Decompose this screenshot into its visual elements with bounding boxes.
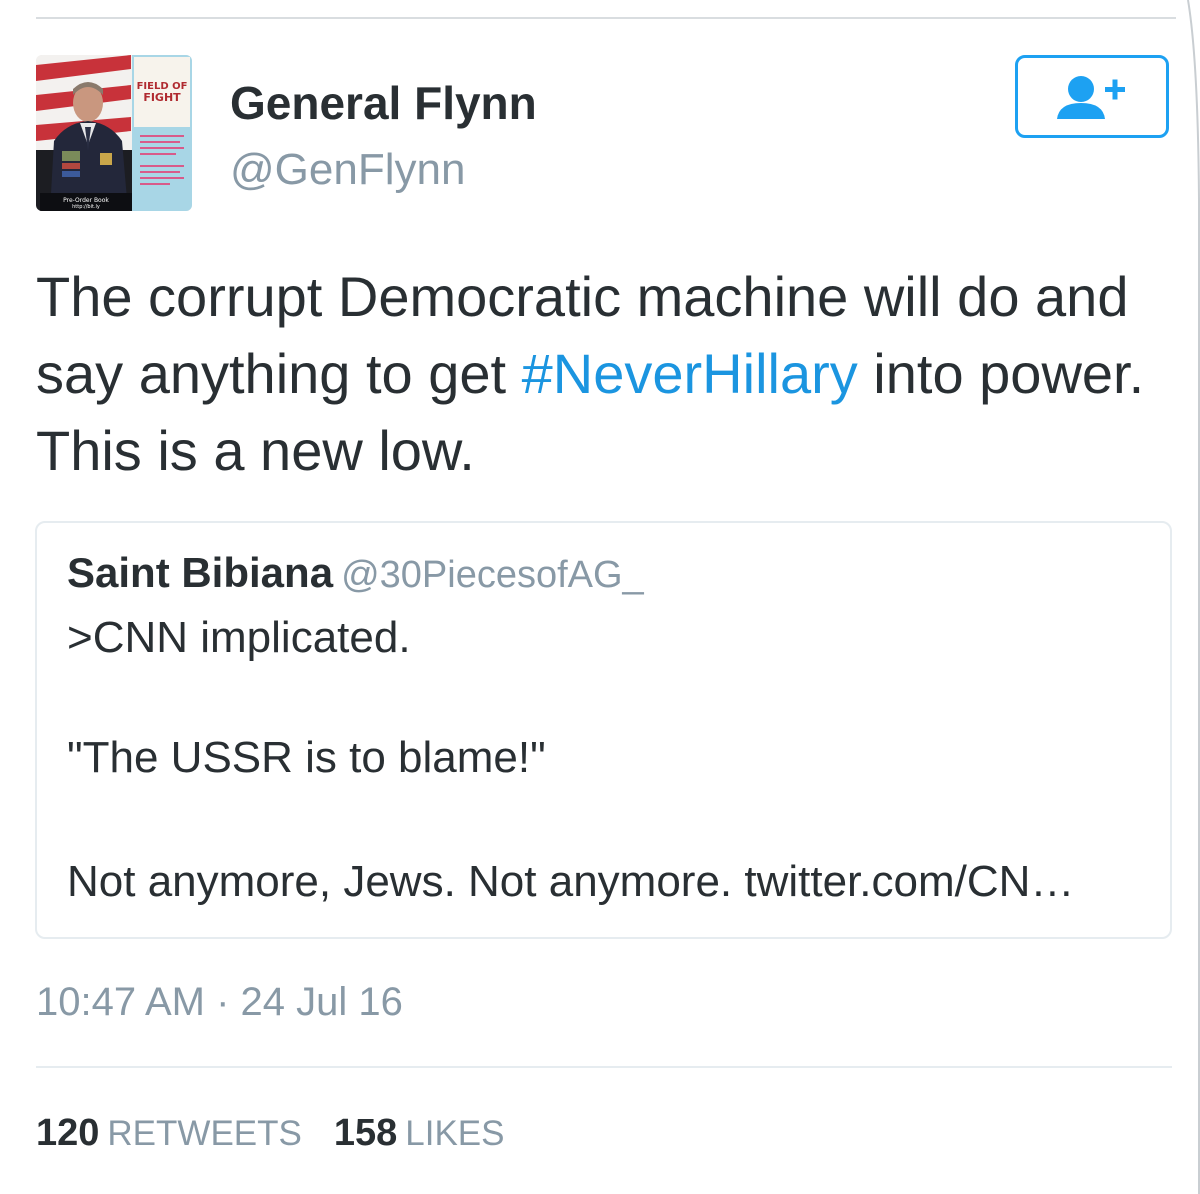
likes-label: LIKES (405, 1114, 505, 1153)
author-name[interactable]: General Flynn (230, 76, 537, 130)
tweet-timestamp[interactable]: 10:47 AM · 24 Jul 16 (36, 980, 403, 1025)
screen-edge-curve (1187, 0, 1200, 1194)
quoted-tweet[interactable]: Saint Bibiana @30PiecesofAG_ >CNN implica… (35, 521, 1172, 939)
quoted-line-2: "The USSR is to blame!" (67, 733, 546, 782)
quoted-tweet-header: Saint Bibiana @30PiecesofAG_ (67, 549, 644, 597)
svg-text:Pre-Order Book: Pre-Order Book (63, 197, 109, 204)
quoted-author-handle: @30PiecesofAG_ (341, 554, 644, 596)
quoted-author-name: Saint Bibiana (67, 549, 334, 596)
quoted-line-1: >CNN implicated. (67, 613, 411, 662)
hashtag-link[interactable]: #NeverHillary (522, 342, 858, 405)
stats-divider (36, 1066, 1172, 1068)
tweet-text: The corrupt Democratic machine will do a… (36, 258, 1166, 489)
follow-user-plus-icon (1057, 75, 1125, 119)
likes-count: 158 (333, 1112, 398, 1154)
svg-text:http://bit.ly: http://bit.ly (72, 204, 100, 210)
author-avatar[interactable]: Pre-Order Book http://bit.ly FIELD OF FI… (36, 55, 192, 211)
top-divider (36, 17, 1176, 19)
quoted-line-3: Not anymore, Jews. Not anymore. twitter.… (67, 857, 1075, 906)
follow-button[interactable] (1015, 55, 1169, 138)
likes-stat[interactable]: 158 LIKES (334, 1112, 505, 1154)
retweets-label: RETWEETS (107, 1114, 302, 1153)
tweet-stats: 120 RETWEETS 158 LIKES (36, 1112, 505, 1155)
author-handle[interactable]: @GenFlynn (230, 145, 465, 195)
retweets-stat[interactable]: 120 RETWEETS (36, 1112, 302, 1154)
svg-text:FIGHT: FIGHT (143, 91, 181, 104)
retweets-count: 120 (36, 1112, 100, 1154)
